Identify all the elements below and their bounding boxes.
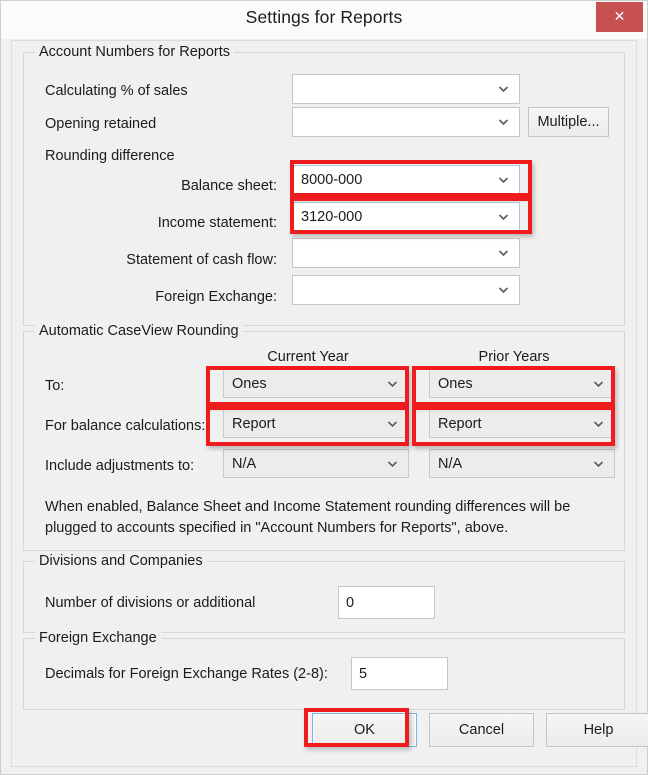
number-of-divisions-label: Number of divisions or additional xyxy=(45,595,255,611)
fx-decimals-input[interactable]: 5 xyxy=(351,657,448,690)
number-of-divisions-value: 0 xyxy=(346,595,354,611)
income-statement-combo[interactable]: 3120-000 xyxy=(292,202,520,231)
chevron-down-icon xyxy=(386,377,399,390)
rounding-to-label: To: xyxy=(45,378,64,394)
rounding-to-prior-years-combo[interactable]: Ones xyxy=(429,369,615,398)
balance-sheet-label: Balance sheet: xyxy=(45,178,277,194)
income-statement-value: 3120-000 xyxy=(301,209,362,225)
balance-sheet-combo[interactable]: 8000-000 xyxy=(292,165,520,194)
rounding-note-text: When enabled, Balance Sheet and Income S… xyxy=(45,497,607,539)
title-bar: Settings for Reports ✕ xyxy=(1,1,647,39)
close-icon: ✕ xyxy=(596,2,643,32)
calculating-pct-of-sales-combo[interactable] xyxy=(292,74,520,104)
prior-years-column-header: Prior Years xyxy=(414,349,614,365)
income-statement-label: Income statement: xyxy=(45,215,277,231)
rounding-to-prior-years-value: Ones xyxy=(438,376,473,392)
chevron-down-icon xyxy=(497,83,510,96)
chevron-down-icon xyxy=(497,210,510,223)
opening-retained-label: Opening retained xyxy=(45,116,156,132)
current-year-column-header: Current Year xyxy=(208,349,408,365)
opening-retained-combo[interactable] xyxy=(292,107,520,137)
number-of-divisions-input[interactable]: 0 xyxy=(338,586,435,619)
rounding-to-current-year-value: Ones xyxy=(232,376,267,392)
balance-calc-current-year-combo[interactable]: Report xyxy=(223,409,409,438)
include-adjustments-current-year-value: N/A xyxy=(232,456,256,472)
chevron-down-icon xyxy=(497,284,510,297)
cancel-button[interactable]: Cancel xyxy=(429,713,534,747)
for-balance-calculations-label: For balance calculations: xyxy=(45,418,205,434)
cancel-button-label: Cancel xyxy=(430,714,533,746)
chevron-down-icon xyxy=(386,457,399,470)
include-adjustments-prior-years-combo[interactable]: N/A xyxy=(429,449,615,478)
calculating-pct-of-sales-label: Calculating % of sales xyxy=(45,83,188,99)
chevron-down-icon xyxy=(592,417,605,430)
balance-calc-prior-years-combo[interactable]: Report xyxy=(429,409,615,438)
balance-calc-prior-years-value: Report xyxy=(438,416,482,432)
page-title: Settings for Reports xyxy=(1,7,647,28)
statement-of-cash-flow-label: Statement of cash flow: xyxy=(45,252,277,268)
rounding-to-current-year-combo[interactable]: Ones xyxy=(223,369,409,398)
rounding-difference-label: Rounding difference xyxy=(45,148,175,164)
chevron-down-icon xyxy=(592,457,605,470)
statement-of-cash-flow-combo[interactable] xyxy=(292,238,520,268)
account-numbers-group-title: Account Numbers for Reports xyxy=(35,44,234,60)
dialog-client-area: Account Numbers for Reports Calculating … xyxy=(11,40,637,767)
chevron-down-icon xyxy=(497,173,510,186)
chevron-down-icon xyxy=(592,377,605,390)
chevron-down-icon xyxy=(497,116,510,129)
multiple-button[interactable]: Multiple... xyxy=(528,107,609,137)
ok-button-label: OK xyxy=(313,714,416,746)
multiple-button-label: Multiple... xyxy=(529,108,608,136)
balance-sheet-value: 8000-000 xyxy=(301,172,362,188)
fx-decimals-label: Decimals for Foreign Exchange Rates (2-8… xyxy=(45,666,328,682)
balance-calc-current-year-value: Report xyxy=(232,416,276,432)
divisions-group-title: Divisions and Companies xyxy=(35,553,207,569)
foreign-exchange-account-combo[interactable] xyxy=(292,275,520,305)
include-adjustments-label: Include adjustments to: xyxy=(45,458,194,474)
include-adjustments-prior-years-value: N/A xyxy=(438,456,462,472)
help-button-label: Help xyxy=(547,714,648,746)
foreign-exchange-account-label: Foreign Exchange: xyxy=(45,289,277,305)
help-button[interactable]: Help xyxy=(546,713,648,747)
fx-decimals-value: 5 xyxy=(359,666,367,682)
close-button[interactable]: ✕ xyxy=(596,2,643,32)
ok-button[interactable]: OK xyxy=(312,713,417,747)
foreign-exchange-group-title: Foreign Exchange xyxy=(35,630,161,646)
chevron-down-icon xyxy=(386,417,399,430)
chevron-down-icon xyxy=(497,247,510,260)
caseview-rounding-group-title: Automatic CaseView Rounding xyxy=(35,323,243,339)
include-adjustments-current-year-combo[interactable]: N/A xyxy=(223,449,409,478)
settings-dialog-window: Settings for Reports ✕ Account Numbers f… xyxy=(0,0,648,775)
